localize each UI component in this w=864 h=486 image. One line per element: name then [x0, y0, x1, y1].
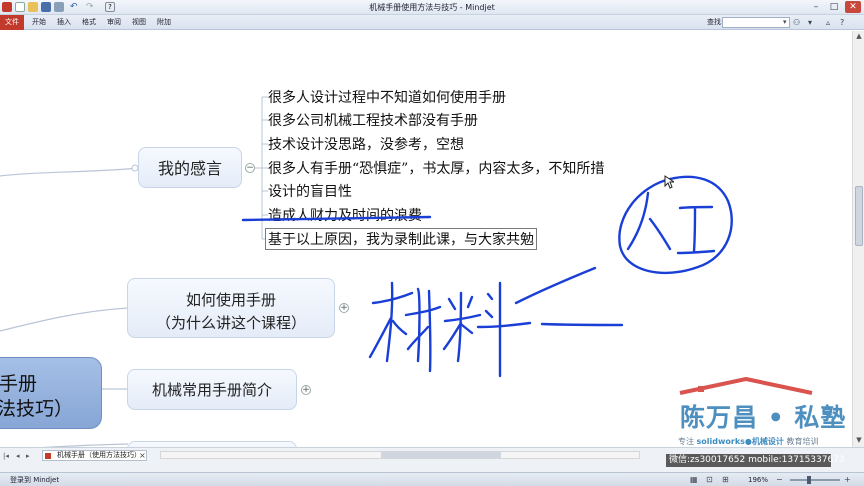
brand-roof-logo	[679, 377, 813, 395]
zoom-out-icon[interactable]: −	[776, 474, 783, 486]
vertical-scroll-thumb[interactable]	[855, 186, 863, 246]
options-icon[interactable]: ▾	[808, 17, 812, 28]
share-icon[interactable]: ⚇	[793, 17, 800, 28]
tab-first-icon[interactable]: |◂	[3, 452, 9, 460]
document-tab[interactable]: 机械手册（使用方法技巧）	[42, 450, 147, 461]
tab-view[interactable]: 视图	[132, 15, 146, 30]
mouse-cursor-icon	[664, 175, 674, 189]
pen-char-liao	[442, 281, 532, 378]
title-bar: ↶ ↷ ? 机械手册使用方法与技巧 - Mindjet – □ ✕	[0, 0, 864, 15]
zoom-slider[interactable]	[790, 479, 840, 481]
pen-underline	[241, 215, 432, 222]
tab-addins[interactable]: 附加	[157, 15, 171, 30]
scroll-down-icon[interactable]: ▼	[853, 436, 864, 444]
tab-prev-icon[interactable]: ◂	[16, 452, 20, 460]
document-tab-bar: |◂ ◂ ▸ 机械手册（使用方法技巧） × 微信:zs30017652 mobi…	[0, 447, 864, 472]
filter-icon[interactable]: ⊞	[722, 474, 729, 486]
status-bar: 登录到 Mindjet ▦ ⊡ ⊞ 196% − +	[0, 472, 864, 486]
fit-page-icon[interactable]: ⊡	[706, 474, 713, 486]
document-tab-close-icon[interactable]: ×	[139, 450, 146, 461]
login-status[interactable]: 登录到 Mindjet	[10, 473, 59, 486]
maximize-button[interactable]: □	[826, 1, 842, 13]
vertical-scrollbar[interactable]: ▲ ▼	[852, 31, 864, 447]
pen-char-cai	[368, 281, 442, 373]
tab-format[interactable]: 格式	[82, 15, 96, 30]
map-file-icon	[45, 453, 51, 459]
ribbon-tabs: 文件 开始 插入 格式 审阅 视图 附加 查找: ▾ ⚇ ▾ ▵ ?	[0, 15, 864, 30]
mindjet-window: ↶ ↷ ? 机械手册使用方法与技巧 - Mindjet – □ ✕ 文件 开始 …	[0, 0, 864, 486]
pen-char-gong	[676, 205, 716, 255]
tab-insert[interactable]: 插入	[57, 15, 71, 30]
pen-dash-1	[514, 266, 597, 305]
tab-review[interactable]: 审阅	[107, 15, 121, 30]
find-input[interactable]	[722, 17, 790, 28]
tab-home[interactable]: 开始	[32, 15, 46, 30]
map-canvas[interactable]: 手册 法技巧） 我的感言 − 如何使用手册 （为什么讲这个课程） + 机械常用手…	[0, 31, 852, 447]
close-button[interactable]: ✕	[845, 1, 861, 13]
minimize-button[interactable]: –	[808, 1, 824, 13]
zoom-level: 196%	[748, 476, 769, 484]
brand-tagline: 专注 solidworks●机械设计 教育培训	[678, 437, 819, 446]
find-dropdown-icon[interactable]: ▾	[783, 17, 787, 28]
layout-icon[interactable]: ▦	[690, 474, 698, 486]
pen-circle	[618, 175, 733, 275]
tab-next-icon[interactable]: ▸	[26, 452, 30, 460]
ribbon-collapse-icon[interactable]: ▵	[826, 17, 830, 28]
find-label: 查找:	[707, 18, 724, 26]
scroll-up-icon[interactable]: ▲	[853, 32, 864, 40]
help-circle-icon[interactable]: ?	[840, 17, 844, 28]
zoom-slider-knob[interactable]	[807, 476, 811, 484]
pen-dash-2	[540, 322, 624, 327]
brand-contact: 微信:zs30017652 mobile:13715337673	[666, 454, 845, 467]
tab-file[interactable]: 文件	[0, 15, 24, 30]
window-title: 机械手册使用方法与技巧 - Mindjet	[369, 3, 495, 12]
brand-name: 陈万昌 • 私塾	[680, 403, 847, 432]
horizontal-scrollbar[interactable]	[160, 451, 640, 459]
horizontal-scroll-thumb[interactable]	[381, 452, 501, 458]
zoom-in-icon[interactable]: +	[844, 474, 851, 486]
